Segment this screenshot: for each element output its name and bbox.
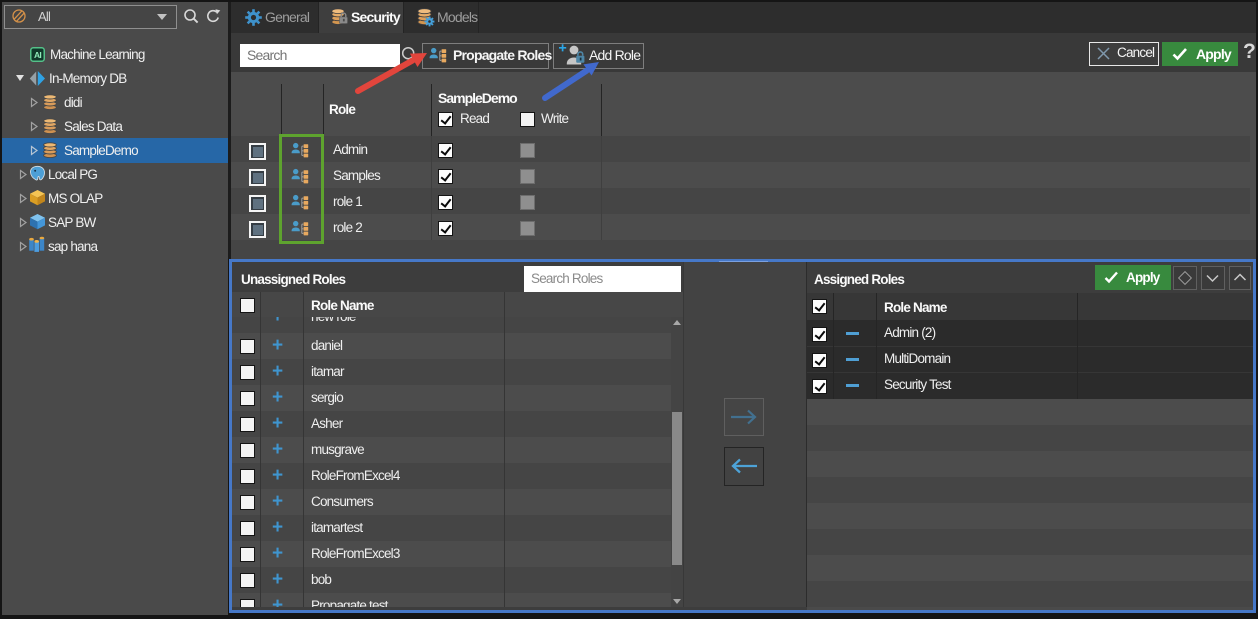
svg-text:AI: AI — [34, 50, 41, 60]
